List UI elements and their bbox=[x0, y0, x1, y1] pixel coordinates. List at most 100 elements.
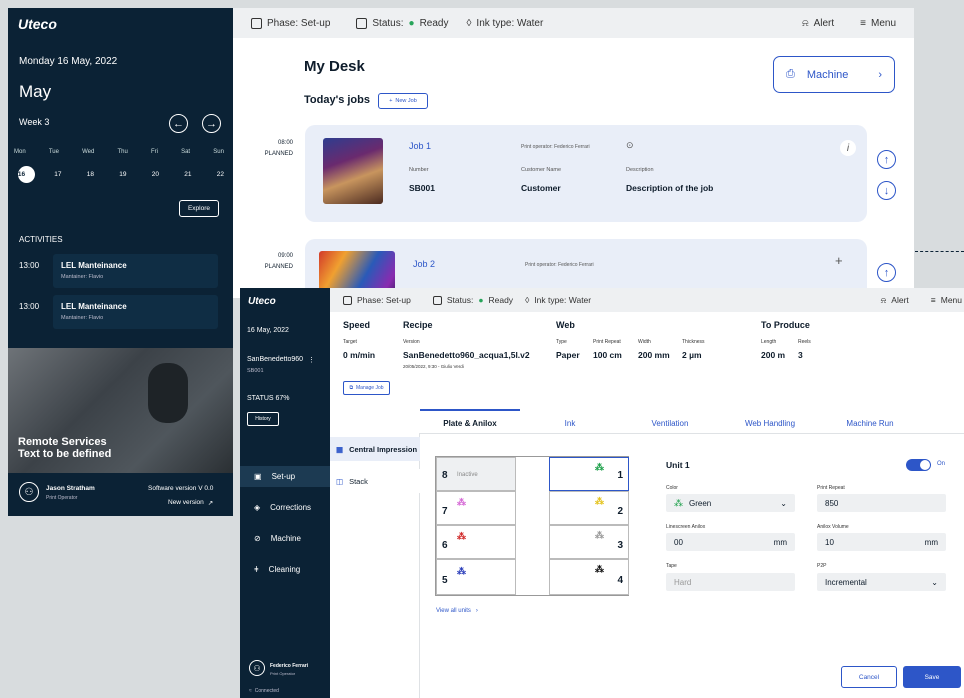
reels-value: 3 bbox=[798, 350, 803, 360]
user-role: Print Operator bbox=[46, 495, 78, 501]
tab-web-handling[interactable]: Web Handling bbox=[730, 419, 810, 428]
move-up-button[interactable]: ↑ bbox=[877, 150, 896, 169]
new-job-button[interactable]: + New Job bbox=[378, 93, 428, 109]
date-cell[interactable]: 20 bbox=[152, 171, 159, 178]
info-icon[interactable]: i bbox=[840, 140, 856, 156]
color-select[interactable]: ⁂ Green ⌄ bbox=[666, 494, 795, 512]
speed-value: 0 m/min bbox=[343, 350, 376, 360]
remote-title: Remote Services bbox=[18, 436, 107, 448]
next-week-button[interactable]: → bbox=[202, 114, 221, 133]
nav-item-corrections[interactable]: ◈ Corrections bbox=[254, 503, 311, 512]
ink-dots-icon: ⁂ bbox=[457, 531, 466, 541]
manage-job-button[interactable]: ⧉ Manage Job bbox=[343, 381, 390, 395]
unit-cell-4[interactable]: 4 ⁂ bbox=[549, 559, 629, 595]
nav-label: Machine bbox=[270, 534, 301, 543]
job-operator: Print operator: Federico Ferrari bbox=[521, 144, 590, 150]
alert-button[interactable]: ⍾ Alert bbox=[881, 295, 909, 306]
more-vertical-icon: ⋮ bbox=[308, 357, 316, 364]
unit-cell-6[interactable]: 6 ⁂ bbox=[436, 525, 516, 559]
status-value: Ready bbox=[419, 17, 449, 29]
tab-ink[interactable]: Ink bbox=[530, 419, 610, 428]
move-up-button[interactable]: ↑ bbox=[877, 263, 896, 282]
printer-icon bbox=[356, 17, 368, 29]
job-card[interactable]: Job 1 Print operator: Federico Ferrari ⊙… bbox=[305, 125, 867, 222]
anilox-volume-field[interactable]: 10 mm bbox=[817, 533, 946, 551]
ink-indicator: ◊ Ink type: Water bbox=[466, 18, 543, 29]
operator-figure bbox=[148, 363, 188, 423]
tab-plate-anilox[interactable]: Plate & Anilox bbox=[420, 419, 520, 428]
unit-cell-1[interactable]: 1 ⁂ bbox=[549, 457, 629, 491]
remote-services-image: Remote Services Text to be defined bbox=[8, 348, 233, 473]
view-all-units-link[interactable]: View all units › bbox=[436, 608, 478, 614]
p2p-value: Incremental bbox=[825, 577, 867, 587]
unit-toggle[interactable] bbox=[906, 459, 931, 471]
plus-icon[interactable]: + bbox=[835, 253, 843, 268]
recipe-value: SanBenedetto960_acqua1,5l.v2 bbox=[403, 350, 530, 360]
tape-field[interactable]: Hard bbox=[666, 573, 795, 591]
job-selector[interactable]: SanBenedetto960 ⋮ bbox=[247, 356, 315, 364]
history-button[interactable]: History bbox=[247, 412, 279, 426]
prev-week-button[interactable]: ← bbox=[169, 114, 188, 133]
tab-machine-run[interactable]: Machine Run bbox=[830, 419, 910, 428]
linescreen-field[interactable]: 00 mm bbox=[666, 533, 795, 551]
date-cell[interactable]: 22 bbox=[217, 171, 224, 178]
web-thickness-value: 2 µm bbox=[682, 350, 702, 360]
chevron-down-icon: ⌄ bbox=[931, 577, 938, 587]
status-dot: ● bbox=[408, 17, 415, 29]
p2p-select[interactable]: Incremental ⌄ bbox=[817, 573, 946, 591]
activity-card[interactable]: LEL Manteinance Mantainer: Flavio bbox=[53, 295, 218, 329]
user-icon: ⚇ bbox=[24, 486, 34, 498]
job-name[interactable]: Job 2 bbox=[413, 259, 435, 269]
color-label: Color bbox=[666, 485, 678, 491]
nav-item-setup[interactable]: ▣ Set-up bbox=[254, 472, 295, 481]
unit-number: 2 bbox=[617, 506, 623, 517]
unit-cell-3[interactable]: 3 ⁂ bbox=[549, 525, 629, 559]
unit-cell-7[interactable]: 7 ⁂ bbox=[436, 491, 516, 525]
submenu-central-impression[interactable]: ▦ Central Impression bbox=[330, 437, 420, 461]
job-thumbnail bbox=[323, 138, 383, 204]
cancel-button[interactable]: Cancel bbox=[841, 666, 897, 688]
submenu-label: Stack bbox=[349, 476, 368, 486]
date-cell[interactable]: 19 bbox=[119, 171, 126, 178]
web-title: Web bbox=[556, 320, 575, 330]
week-label: Week 3 bbox=[19, 117, 50, 127]
job-name[interactable]: Job 1 bbox=[409, 141, 431, 151]
nav-label: Corrections bbox=[270, 503, 312, 512]
print-repeat-field[interactable]: 850 bbox=[817, 494, 946, 512]
submenu-stack[interactable]: ◫ Stack bbox=[330, 469, 420, 493]
speed-title: Speed bbox=[343, 320, 371, 330]
move-down-button[interactable]: ↓ bbox=[877, 181, 896, 200]
chevron-right-icon: › bbox=[878, 68, 882, 81]
machine-button[interactable]: ⎙ Machine › bbox=[773, 56, 895, 93]
unit-cell-5[interactable]: 5 ⁂ bbox=[436, 559, 516, 595]
nav-item-cleaning[interactable]: ǂ Cleaning bbox=[254, 565, 300, 574]
unit-cell-8[interactable]: 8 Inactive bbox=[436, 457, 516, 491]
submenu-label: Central Impression bbox=[349, 444, 418, 454]
weekday: Fri bbox=[150, 149, 158, 155]
nav-item-machine[interactable]: ⊘ Machine bbox=[254, 534, 301, 543]
alert-button[interactable]: ⍾ Alert bbox=[802, 18, 834, 29]
date-cell[interactable]: 17 bbox=[54, 171, 61, 178]
p2p-label: P2P bbox=[817, 563, 827, 569]
recipe-date: 20/05/2022, 9:30 - Giulio Verdi bbox=[403, 364, 464, 369]
weekday: Thu bbox=[117, 149, 128, 155]
chevron-down-icon: ⌄ bbox=[780, 498, 787, 508]
alert-label: Alert bbox=[891, 295, 909, 305]
new-version-link[interactable]: New version ↗ bbox=[168, 499, 213, 507]
menu-button[interactable]: ≡ Menu bbox=[860, 18, 896, 29]
job-time: 08:00 bbox=[277, 140, 293, 146]
menu-button[interactable]: ≡ Menu bbox=[931, 295, 962, 305]
remote-sub: Text to be defined bbox=[18, 448, 112, 460]
explore-button[interactable]: Explore bbox=[179, 200, 219, 217]
page-title: My Desk bbox=[304, 58, 365, 75]
activity-card[interactable]: LEL Manteinance Mantainer: Flavio bbox=[53, 254, 218, 288]
avatar[interactable]: ⚇ bbox=[19, 482, 39, 502]
date-cell[interactable]: 18 bbox=[87, 171, 94, 178]
date-cell[interactable]: 16 bbox=[14, 171, 29, 178]
unit-cell-2[interactable]: 2 ⁂ bbox=[549, 491, 629, 525]
avatar[interactable]: ⚇ bbox=[249, 660, 265, 676]
date-cell[interactable]: 21 bbox=[184, 171, 191, 178]
reels-label: Reels bbox=[798, 339, 811, 345]
save-button[interactable]: Save bbox=[903, 666, 961, 688]
tab-ventilation[interactable]: Ventilation bbox=[630, 419, 710, 428]
